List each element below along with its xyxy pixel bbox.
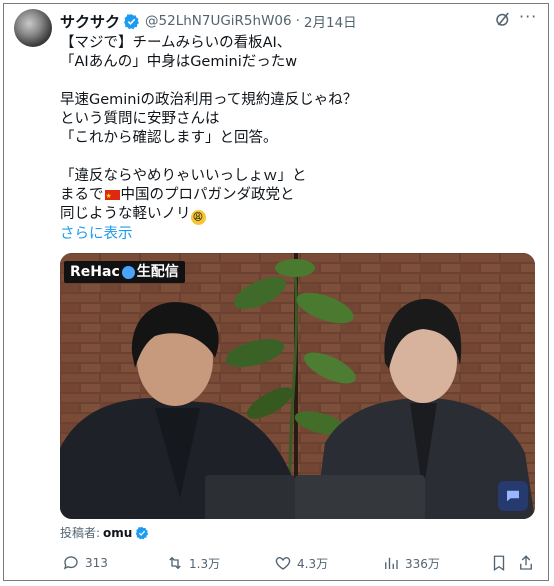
like-count: 4.3万: [297, 556, 329, 571]
author-handle[interactable]: @52LhN7UGiR5hW06: [145, 13, 292, 29]
channel-logo-icon: [121, 265, 135, 279]
share-icon: [520, 555, 532, 570]
poster-name[interactable]: omu: [103, 526, 132, 540]
views-button[interactable]: 336万: [382, 554, 440, 572]
tweet-fragment: まるで: [60, 187, 104, 203]
china-flag-icon: [104, 187, 120, 206]
repost-icon: [169, 556, 181, 570]
tweet-fragment: 同じような軽いノリ: [60, 206, 191, 222]
tweet-header: サクサク @52LhN7UGiR5hW06 · 2月14日: [60, 11, 357, 32]
view-count: 336万: [405, 556, 440, 571]
views-icon: [385, 557, 398, 569]
tweet-text: 【マジで】チームみらいの看板AI、 「AIあんの」中身はGeminiだったw 早…: [60, 34, 530, 244]
avatar[interactable]: [14, 9, 52, 47]
heart-icon: [275, 557, 291, 570]
tweet-line: 【マジで】チームみらいの看板AI、: [60, 35, 292, 51]
action-bar: 313 1.3万 4.3万 336万: [62, 554, 532, 574]
share-button[interactable]: [517, 554, 540, 572]
repost-button[interactable]: 1.3万: [166, 554, 220, 572]
tweet-line: 「AIあんの」中身はGeminiだったw: [60, 54, 298, 70]
poster-label: 投稿者:: [60, 526, 101, 540]
video-thumbnail[interactable]: ReHac 生配信: [60, 253, 535, 519]
tweet-line: という質問に安野さんは: [60, 111, 220, 127]
bookmark-icon: [493, 555, 505, 572]
channel-name: ReHac: [70, 264, 120, 280]
bookmark-button[interactable]: [490, 554, 513, 572]
tweet-line: まるで中国のプロパガンダ政党と: [60, 186, 530, 206]
channel-suffix: 生配信: [136, 264, 179, 280]
tweet-line: 「これから確認します」と回答。: [60, 130, 278, 146]
repost-count: 1.3万: [189, 556, 221, 571]
more-icon[interactable]: ···: [519, 7, 537, 26]
grok-icon[interactable]: [494, 10, 512, 28]
tweet-fragment: 中国のプロパガンダ政党と: [120, 187, 295, 203]
tweet-line: 同じような軽いノリ 😩: [60, 205, 530, 225]
tweet-line: 早速Geminiの政治利用って規約違反じゃね？: [60, 92, 358, 108]
media-poster: 投稿者: omu: [60, 524, 149, 541]
verified-badge-icon: [124, 13, 139, 29]
post-date[interactable]: 2月14日: [304, 11, 357, 31]
reply-button[interactable]: 313: [62, 554, 108, 572]
author-name[interactable]: サクサク: [60, 11, 120, 32]
tweet-line: 「違反ならやめりゃいいっしょｗ」と: [60, 168, 307, 184]
separator-dot: ·: [295, 13, 300, 29]
verified-badge-icon: [136, 526, 149, 539]
laptop-left: [205, 475, 295, 519]
reply-icon: [63, 556, 78, 570]
like-button[interactable]: 4.3万: [274, 554, 328, 572]
channel-logo: ReHac 生配信: [64, 261, 185, 283]
weary-face-emoji-icon: 😩: [190, 210, 206, 225]
laptop-right: [295, 475, 425, 519]
reply-count: 313: [85, 556, 108, 570]
show-more-link[interactable]: さらに表示: [60, 225, 530, 244]
chat-bubble-icon: [498, 481, 528, 511]
